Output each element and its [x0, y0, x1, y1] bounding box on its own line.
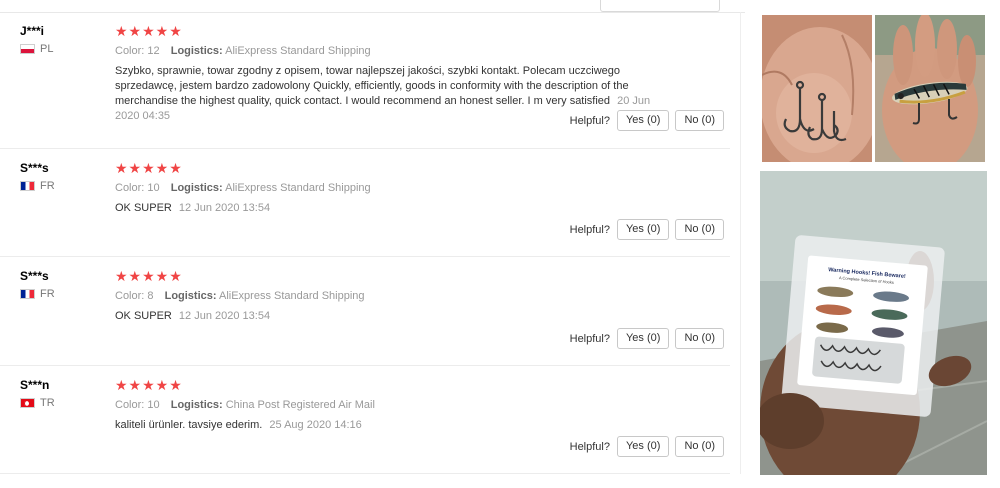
reviewer-info: J***i PL [20, 24, 53, 55]
reviewer-name: J***i [20, 24, 45, 38]
no-button[interactable]: No (0) [675, 110, 724, 131]
color-value: 8 [147, 290, 154, 302]
yes-button[interactable]: Yes (0) [616, 436, 670, 457]
review-meta: Color: 12 Logistics: AliExpress Standard… [115, 44, 675, 58]
review-meta: Color: 8 Logistics: AliExpress Standard … [115, 289, 675, 303]
no-button[interactable]: No (0) [675, 436, 724, 457]
helpful-label: Helpful? [569, 440, 610, 453]
review-photo-hooks[interactable] [762, 15, 872, 162]
review-date: 12 Jun 2020 13:54 [178, 310, 271, 322]
logistics-label: Logistics: [170, 182, 223, 194]
review-text: OK SUPER [115, 202, 172, 214]
hook-package-photo: Warning Hooks! Fish Beware! A Complete S… [760, 171, 987, 475]
color-label: Color: [115, 45, 145, 57]
reviewer-country: TR [20, 397, 55, 409]
review-text-block: OK SUPER 12 Jun 2020 13:54 [115, 201, 660, 216]
color-value: 10 [147, 399, 160, 411]
review-body: ★★★★★ Color: 12 Logistics: AliExpress St… [115, 24, 675, 124]
review-meta: Color: 10 Logistics: AliExpress Standard… [115, 181, 675, 195]
color-value: 10 [147, 182, 160, 194]
color-value: 12 [147, 45, 160, 57]
color-label: Color: [115, 399, 145, 411]
yes-button[interactable]: Yes (0) [616, 110, 670, 131]
review-text-block: OK SUPER 12 Jun 2020 13:54 [115, 309, 660, 324]
review-body: ★★★★★ Color: 10 Logistics: China Post Re… [115, 378, 675, 433]
fishing-lure-photo [875, 15, 985, 162]
helpful-vote: Helpful? Yes (0) No (0) [570, 328, 724, 349]
review-body: ★★★★★ Color: 10 Logistics: AliExpress St… [115, 161, 675, 216]
reviewer-info: S***n TR [20, 378, 55, 409]
review-list: J***i PL ★★★★★ Color: 12 Logistics: AliE… [0, 0, 745, 488]
top-cut-off-button[interactable] [600, 0, 720, 12]
reviewer-country: FR [20, 180, 55, 192]
country-code: FR [40, 180, 55, 192]
france-flag-icon [20, 181, 35, 191]
review-item: S***s FR ★★★★★ Color: 10 Logistics: AliE… [0, 149, 730, 257]
rating-stars-icon: ★★★★★ [115, 23, 183, 39]
no-button[interactable]: No (0) [675, 328, 724, 349]
helpful-label: Helpful? [569, 332, 610, 345]
helpful-vote: Helpful? Yes (0) No (0) [570, 436, 724, 457]
reviewer-name: S***n [20, 378, 50, 392]
review-photo-package[interactable]: Warning Hooks! Fish Beware! A Complete S… [760, 171, 987, 475]
country-code: TR [40, 397, 55, 409]
review-date: 25 Aug 2020 14:16 [269, 419, 362, 431]
reviewer-country: PL [20, 43, 53, 55]
france-flag-icon [20, 289, 35, 299]
logistics-value: China Post Registered Air Mail [225, 399, 375, 411]
logistics-label: Logistics: [170, 45, 223, 57]
rating-stars-icon: ★★★★★ [115, 160, 183, 176]
country-code: FR [40, 288, 55, 300]
color-label: Color: [115, 290, 145, 302]
review-item: S***n TR ★★★★★ Color: 10 Logistics: Chin… [0, 366, 730, 474]
review-text-block: kaliteli ürünler. tavsiye ederim. 25 Aug… [115, 418, 660, 433]
scroll-track[interactable] [740, 12, 741, 474]
logistics-value: AliExpress Standard Shipping [225, 182, 371, 194]
color-label: Color: [115, 182, 145, 194]
review-text: OK SUPER [115, 310, 172, 322]
review-photo-lure[interactable] [875, 15, 985, 162]
no-button[interactable]: No (0) [675, 219, 724, 240]
reviewer-name: S***s [20, 161, 49, 175]
logistics-label: Logistics: [164, 290, 217, 302]
review-item: J***i PL ★★★★★ Color: 12 Logistics: AliE… [0, 12, 730, 149]
reviewer-country: FR [20, 288, 55, 300]
review-photo-gallery: Warning Hooks! Fish Beware! A Complete S… [745, 0, 1000, 488]
treble-hooks-photo [762, 15, 872, 162]
reviewer-info: S***s FR [20, 269, 55, 300]
review-text: kaliteli ürünler. tavsiye ederim. [115, 419, 263, 431]
review-meta: Color: 10 Logistics: China Post Register… [115, 398, 675, 412]
poland-flag-icon [20, 44, 35, 54]
review-body: ★★★★★ Color: 8 Logistics: AliExpress Sta… [115, 269, 675, 324]
helpful-label: Helpful? [569, 223, 610, 236]
logistics-label: Logistics: [170, 399, 223, 411]
review-date: 12 Jun 2020 13:54 [178, 202, 271, 214]
reviewer-info: S***s FR [20, 161, 55, 192]
country-code: PL [40, 43, 54, 55]
logistics-value: AliExpress Standard Shipping [225, 45, 371, 57]
review-text: Szybko, sprawnie, towar zgodny z opisem,… [115, 65, 629, 107]
yes-button[interactable]: Yes (0) [616, 328, 670, 349]
helpful-vote: Helpful? Yes (0) No (0) [570, 110, 724, 131]
helpful-label: Helpful? [569, 114, 610, 127]
rating-stars-icon: ★★★★★ [115, 268, 183, 284]
helpful-vote: Helpful? Yes (0) No (0) [570, 219, 724, 240]
reviewer-name: S***s [20, 269, 49, 283]
review-item: S***s FR ★★★★★ Color: 8 Logistics: AliEx… [0, 257, 730, 366]
logistics-value: AliExpress Standard Shipping [219, 290, 365, 302]
turkey-flag-icon [20, 398, 35, 408]
yes-button[interactable]: Yes (0) [616, 219, 670, 240]
rating-stars-icon: ★★★★★ [115, 377, 183, 393]
